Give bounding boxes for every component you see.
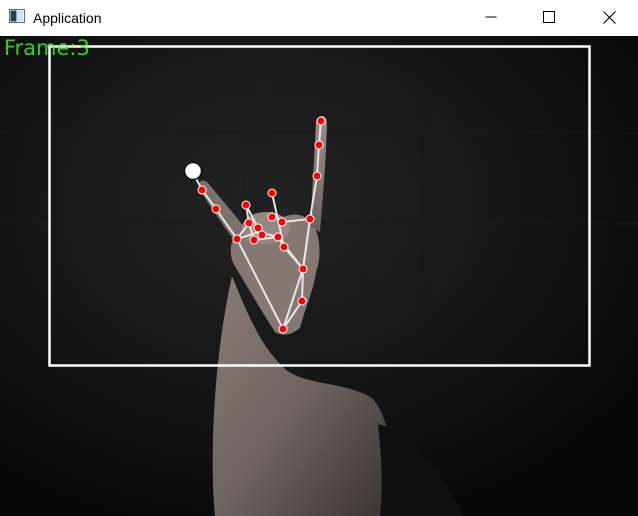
landmark-point — [197, 185, 207, 195]
landmark-point — [312, 171, 322, 181]
close-icon — [602, 10, 616, 24]
landmark-point — [244, 218, 254, 228]
landmark-point — [277, 217, 287, 227]
maximize-icon — [543, 11, 555, 23]
landmark-point — [279, 242, 289, 252]
landmark-point — [273, 232, 283, 242]
landmark-point — [249, 235, 259, 245]
minimize-button[interactable] — [462, 0, 520, 34]
landmark-point — [257, 230, 267, 240]
frame-counter: Frame:3 — [4, 36, 90, 60]
landmark-point — [297, 296, 307, 306]
camera-view: Frame:3 — [0, 36, 638, 516]
landmark-point — [211, 204, 221, 214]
app-window-icon — [9, 9, 25, 23]
landmark-point — [305, 214, 315, 224]
landmark-point — [316, 116, 326, 126]
maximize-button[interactable] — [520, 0, 578, 34]
landmark-point — [314, 140, 324, 150]
close-button[interactable] — [580, 0, 638, 34]
application-window: Application Frame:3 — [0, 0, 638, 516]
window-title: Application — [33, 10, 102, 26]
fingertip-cursor — [183, 161, 203, 181]
camera-frame — [0, 36, 638, 516]
landmark-point — [298, 264, 308, 274]
minimize-icon — [485, 16, 497, 18]
landmark-point — [232, 234, 242, 244]
landmark-point — [241, 200, 251, 210]
landmark-point — [267, 212, 277, 222]
landmark-point — [267, 188, 277, 198]
title-bar[interactable]: Application — [0, 0, 638, 36]
landmark-point — [278, 324, 288, 334]
